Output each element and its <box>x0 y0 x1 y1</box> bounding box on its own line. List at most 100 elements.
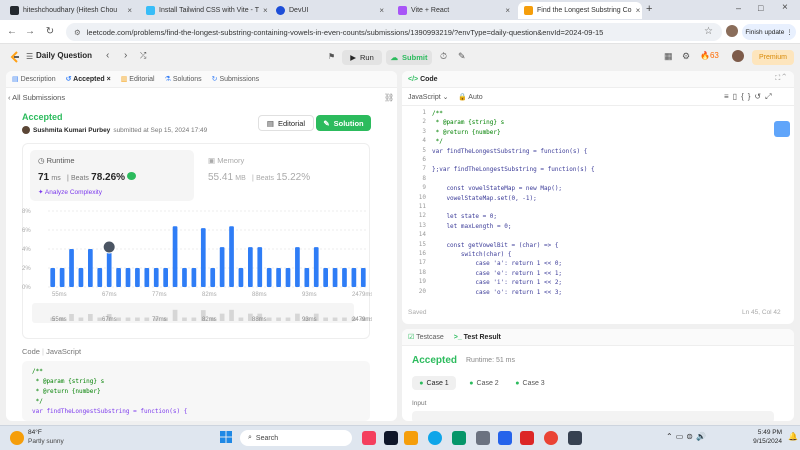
line-number: 10 <box>418 193 426 201</box>
submit-button[interactable]: ☁ Submit <box>386 50 432 65</box>
browser-tab[interactable]: DevUI × <box>270 2 390 19</box>
close-icon[interactable]: × <box>263 6 268 15</box>
line-number: 8 <box>422 174 426 182</box>
result-panel-tabs: ☑ Testcase >_ Test Result <box>402 329 794 346</box>
editorial-icon: ▥ <box>120 76 128 83</box>
range-slider-bar <box>78 317 84 321</box>
tab-test-result[interactable]: >_ Test Result <box>454 334 501 341</box>
line-number: 14 <box>418 231 426 239</box>
close-icon[interactable]: × <box>505 6 510 15</box>
tab-submissions[interactable]: ↻ Submissions <box>212 75 260 83</box>
star-icon[interactable]: ☆ <box>704 26 713 37</box>
browser-tab[interactable]: Vite + React × <box>392 2 516 19</box>
task-view-icon[interactable] <box>384 431 398 445</box>
shuffle-icon[interactable]: ⤮ <box>140 51 146 61</box>
dot-icon: ● <box>419 379 424 387</box>
chart-bar <box>200 228 206 287</box>
analyze-complexity-link[interactable]: ✦ Analyze Complexity <box>38 188 102 196</box>
layout-icon[interactable]: ▦ <box>664 51 673 62</box>
range-slider-bar <box>295 313 300 321</box>
editor-toolbar-icons[interactable]: ≡▯{}↺⤢ <box>724 92 776 102</box>
code-editor[interactable]: 1 /** 2 * @param {string} s 3 * @return {nu… <box>402 109 774 301</box>
close-window-icon[interactable]: × <box>782 2 788 13</box>
language-select[interactable]: JavaScript ⌄ <box>408 93 449 101</box>
result-status: Accepted <box>412 355 458 366</box>
tab-accepted[interactable]: ↺ Accepted × <box>66 75 111 83</box>
debug-icon[interactable]: ⚑ <box>328 52 335 61</box>
clock-time: 5:49 PM <box>757 429 782 436</box>
range-slider-bar <box>238 317 244 321</box>
range-slider-label: 77ms <box>152 317 167 323</box>
chart-bar <box>97 268 103 287</box>
app-icon[interactable] <box>476 431 490 445</box>
site-info-icon[interactable]: ⚙ <box>74 28 81 37</box>
run-button[interactable]: ▶ Run <box>342 50 382 65</box>
line-number: 20 <box>418 287 426 295</box>
windows-taskbar: 84°F Partly sunny ⌕ Search ⌃▭⊜🔊 5:49 PM 9… <box>0 425 800 450</box>
case-2-tab[interactable]: ● Case 2 <box>464 376 504 390</box>
browser-tab[interactable]: Install Tailwind CSS with Vite - T × <box>140 2 268 19</box>
premium-button[interactable]: Premium <box>752 50 794 65</box>
tab-editorial[interactable]: ▥ Editorial <box>121 75 155 83</box>
leetcode-logo[interactable] <box>10 51 20 63</box>
close-icon[interactable]: × <box>636 6 641 15</box>
minimize-icon[interactable]: – <box>736 3 741 13</box>
chrome-icon[interactable] <box>544 431 558 445</box>
next-problem-icon[interactable]: › <box>124 50 127 61</box>
forward-icon[interactable]: → <box>24 26 36 38</box>
notes-icon[interactable]: ✎ <box>458 51 466 62</box>
terminal-app-icon[interactable] <box>568 431 582 445</box>
line-number: 7 <box>422 165 426 173</box>
tab-code[interactable]: </> Code <box>408 76 438 83</box>
devui-icon <box>276 6 285 15</box>
daily-question-label[interactable]: Daily Question <box>36 51 92 60</box>
submission-panel: ▤ Description ↺ Accepted × ▥ Editorial ⚗… <box>6 71 397 421</box>
notification-icon[interactable]: 🔔 <box>788 432 798 441</box>
tab-solutions[interactable]: ⚗ Solutions <box>165 75 202 83</box>
assistant-icon[interactable] <box>774 121 790 137</box>
prev-problem-icon[interactable]: ‹ <box>106 50 109 61</box>
copilot-icon[interactable] <box>362 431 376 445</box>
link-icon[interactable]: ⛓ <box>384 93 394 102</box>
close-icon[interactable]: × <box>127 6 132 15</box>
weather-icon[interactable] <box>10 431 24 445</box>
system-tray-icons[interactable]: ⌃▭⊜🔊 <box>666 432 709 441</box>
youtube-icon[interactable] <box>520 431 534 445</box>
taskbar-search[interactable]: ⌕ Search <box>240 430 352 446</box>
lock-icon: 🔒 <box>458 94 467 101</box>
vscode-icon[interactable] <box>498 431 512 445</box>
close-icon[interactable]: × <box>379 6 384 15</box>
sparkle-icon: ✦ <box>38 189 44 196</box>
mode-select[interactable]: 🔒 Auto <box>458 93 483 101</box>
tab-description[interactable]: ▤ Description <box>12 75 56 83</box>
browser-tab-active[interactable]: Find the Longest Substring Co × <box>518 2 642 19</box>
case-3-tab[interactable]: ● Case 3 <box>510 376 550 390</box>
chart-bar <box>248 247 253 287</box>
finish-update-button[interactable]: Finish update ⋮ <box>742 24 796 40</box>
streak-counter[interactable]: 🔥63 <box>700 51 719 60</box>
all-submissions-link[interactable]: ‹ All Submissions <box>8 93 65 102</box>
tab-testcase[interactable]: ☑ Testcase <box>408 333 444 341</box>
url-input[interactable]: ⚙ leetcode.com/problems/find-the-longest… <box>66 23 722 41</box>
new-tab-button[interactable]: + <box>646 3 652 15</box>
user-avatar[interactable] <box>732 50 744 62</box>
profile-avatar[interactable] <box>726 25 738 37</box>
file-explorer-icon[interactable] <box>404 431 418 445</box>
memory-label[interactable]: ▣ Memory <box>208 156 244 165</box>
line-number: 3 <box>422 127 426 135</box>
back-icon[interactable]: ← <box>6 26 18 38</box>
problem-list-icon[interactable]: ☰ <box>26 52 33 61</box>
browser-tab[interactable]: hiteshchoudhary (Hitesh Chou × <box>4 2 138 19</box>
editorial-button[interactable]: ▤ Editorial <box>258 115 314 131</box>
case-1-tab[interactable]: ● Case 1 <box>412 376 456 390</box>
settings-icon[interactable]: ⚙ <box>682 51 690 62</box>
store-icon[interactable] <box>452 431 466 445</box>
maximize-icon[interactable]: □ <box>758 3 763 13</box>
windows-start-icon[interactable] <box>220 431 232 443</box>
panel-controls[interactable]: ⛶ ⌃ <box>775 75 786 83</box>
edge-icon[interactable] <box>428 431 442 445</box>
solution-button[interactable]: ✎ Solution <box>316 115 371 131</box>
reload-icon[interactable]: ↻ <box>44 26 56 38</box>
chart-bar <box>135 268 140 287</box>
timer-icon[interactable]: ⏱ <box>440 51 447 62</box>
